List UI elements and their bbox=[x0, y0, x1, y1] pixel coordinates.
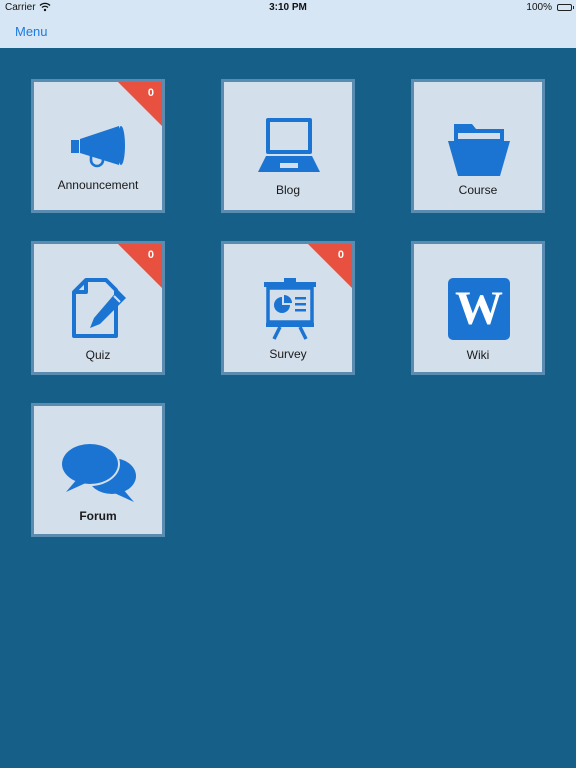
tile-forum[interactable]: Forum bbox=[31, 403, 165, 537]
tile-quiz[interactable]: 0 Quiz bbox=[31, 241, 165, 375]
tile-blog[interactable]: Blog bbox=[221, 79, 355, 213]
battery-icon bbox=[557, 4, 574, 11]
status-bar: Carrier 3:10 PM 100% bbox=[0, 0, 576, 16]
tile-label: Course bbox=[458, 183, 498, 197]
tile-label: Quiz bbox=[85, 348, 111, 362]
tile-label: Announcement bbox=[57, 178, 139, 192]
menu-button[interactable]: Menu bbox=[15, 24, 48, 39]
announcement-badge-count: 0 bbox=[147, 87, 154, 99]
battery-percentage: 100% bbox=[526, 2, 552, 13]
tile-label: Forum bbox=[79, 509, 117, 523]
tile-label: Survey bbox=[269, 347, 307, 361]
wiki-icon-letter: W bbox=[455, 282, 503, 335]
tile-survey[interactable]: 0 Survey bbox=[221, 241, 355, 375]
quiz-badge-count: 0 bbox=[147, 249, 154, 261]
tile-label: Wiki bbox=[466, 348, 490, 362]
tile-wiki[interactable]: W Wiki bbox=[411, 241, 545, 375]
badge-ribbon bbox=[118, 82, 162, 126]
document-pencil-icon bbox=[72, 278, 126, 338]
folder-icon bbox=[448, 124, 510, 176]
tile-label: Blog bbox=[275, 183, 301, 197]
megaphone-icon bbox=[71, 126, 125, 168]
survey-badge-count: 0 bbox=[337, 249, 344, 261]
chat-bubbles-icon bbox=[60, 442, 136, 502]
status-time: 3:10 PM bbox=[269, 2, 307, 13]
laptop-icon bbox=[258, 118, 320, 172]
wiki-icon: W bbox=[448, 278, 510, 340]
navigation-bar: Menu bbox=[0, 16, 576, 48]
presentation-board-icon bbox=[264, 278, 316, 340]
tile-course[interactable]: Course bbox=[411, 79, 545, 213]
tile-announcement[interactable]: 0 Announcement bbox=[31, 79, 165, 213]
